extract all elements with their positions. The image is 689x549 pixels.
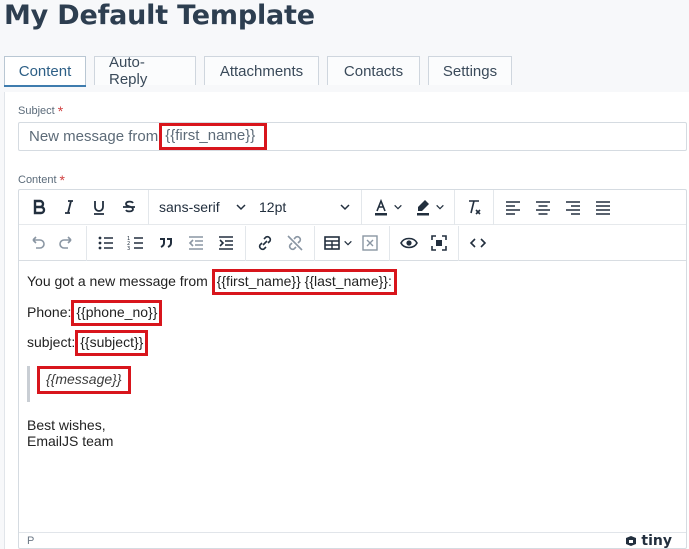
align-left-icon[interactable] <box>499 193 527 221</box>
tab-bar: Content Auto-Reply Attachments Contacts … <box>4 54 520 88</box>
align-center-icon[interactable] <box>529 193 557 221</box>
page-title: My Default Template <box>4 0 315 31</box>
required-mark: * <box>59 172 65 188</box>
subject-input[interactable]: New message from {{first_name}} <box>18 122 687 151</box>
toolbar-separator <box>245 225 246 261</box>
tiny-brand-icon <box>626 536 637 546</box>
tab-auto-reply[interactable]: Auto-Reply <box>94 54 196 88</box>
toolbar-separator <box>86 225 87 261</box>
indent-icon[interactable] <box>212 229 240 257</box>
fullscreen-icon[interactable] <box>425 229 453 257</box>
unlink-icon[interactable] <box>281 229 309 257</box>
clear-formatting-icon[interactable] <box>460 193 488 221</box>
message-intro-line: You got a new message from {{first_name}… <box>27 269 397 295</box>
toolbar-separator <box>389 225 390 261</box>
required-mark: * <box>57 103 64 119</box>
subject-token-highlight: {{first_name}} <box>159 123 268 150</box>
tab-settings[interactable]: Settings <box>428 56 512 85</box>
bullet-list-icon[interactable] <box>92 229 120 257</box>
signoff-line-1: Best wishes, <box>27 417 106 433</box>
subject-line: subject: {{subject}} <box>27 330 149 356</box>
highlight-color-icon[interactable] <box>409 193 449 221</box>
toolbar-separator <box>454 190 455 225</box>
chevron-down-icon <box>340 204 350 211</box>
phone-line: Phone: {{phone_no}} <box>27 300 163 326</box>
outdent-icon[interactable] <box>182 229 210 257</box>
font-size-select[interactable]: 12pt <box>253 193 357 221</box>
active-tab-indicator <box>4 85 86 87</box>
editor-toolbar-row-1: sans-serif 12pt <box>19 190 686 225</box>
svg-text:3: 3 <box>127 246 130 252</box>
message-token-highlight: {{message}} <box>37 366 131 394</box>
preview-icon[interactable] <box>395 229 423 257</box>
element-path[interactable]: P <box>27 535 34 547</box>
subject-token-highlight: {{subject}} <box>75 330 149 356</box>
source-code-icon[interactable] <box>464 229 492 257</box>
name-token-highlight: {{first_name}} {{last_name}}: <box>211 269 397 295</box>
toolbar-separator <box>493 190 494 225</box>
close-box-icon[interactable] <box>356 229 384 257</box>
undo-icon[interactable] <box>23 229 51 257</box>
message-blockquote: {{message}} <box>37 366 131 394</box>
align-justify-icon[interactable] <box>589 193 617 221</box>
bold-icon[interactable] <box>25 193 53 221</box>
font-family-select[interactable]: sans-serif <box>153 193 253 221</box>
toolbar-separator <box>314 225 315 261</box>
editor-content[interactable]: You got a new message from {{first_name}… <box>19 262 686 532</box>
content-label: Content * <box>18 172 65 188</box>
rich-text-editor: sans-serif 12pt 1 2 3 You got a new mess… <box>18 189 687 549</box>
tab-contacts[interactable]: Contacts <box>327 56 420 85</box>
align-right-icon[interactable] <box>559 193 587 221</box>
subject-label: Subject * <box>18 103 64 119</box>
blockquote-bar <box>27 366 30 402</box>
chevron-down-icon <box>236 204 246 211</box>
signoff-line-2: EmailJS team <box>27 433 114 449</box>
table-icon[interactable] <box>320 229 354 257</box>
toolbar-separator <box>148 190 149 225</box>
numbered-list-icon[interactable]: 123 <box>122 229 150 257</box>
blockquote-icon[interactable] <box>152 229 180 257</box>
link-icon[interactable] <box>251 229 279 257</box>
underline-icon[interactable] <box>85 193 113 221</box>
toolbar-separator <box>458 225 459 261</box>
toolbar-separator <box>361 190 362 225</box>
editor-toolbar-row-2: 123 <box>19 225 686 261</box>
text-color-icon[interactable] <box>367 193 407 221</box>
tiny-logo[interactable]: tiny <box>624 533 672 548</box>
subject-prefix: New message from <box>29 128 159 145</box>
tab-attachments[interactable]: Attachments <box>204 56 319 85</box>
phone-token-highlight: {{phone_no}} <box>71 300 163 326</box>
italic-icon[interactable] <box>55 193 83 221</box>
editor-statusbar: P tiny <box>19 532 686 548</box>
tab-content[interactable]: Content <box>4 56 86 85</box>
strikethrough-icon[interactable] <box>115 193 143 221</box>
redo-icon[interactable] <box>53 229 81 257</box>
